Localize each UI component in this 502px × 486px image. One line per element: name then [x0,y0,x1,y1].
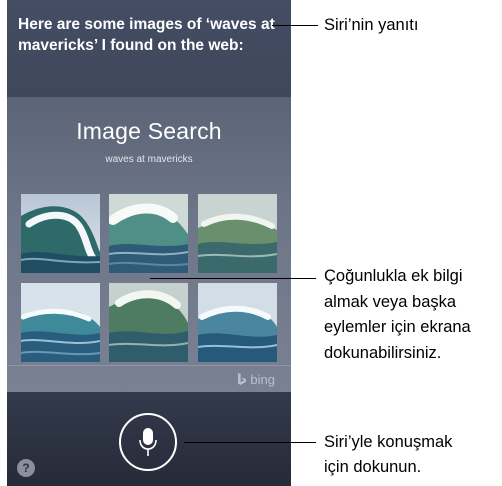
callout-tap-screen-line-3: eylemler için ekrana [324,318,471,336]
image-search-card[interactable]: Image Search waves at mavericks bing [7,97,291,392]
callout-tap-screen-line-2: almak veya başka [324,293,457,311]
image-thumbnail-3[interactable] [198,194,277,273]
callout-response: Siri’nin yanıtı [324,16,419,34]
bing-label: bing [250,372,275,387]
microphone-icon [139,428,157,456]
bing-logo[interactable]: bing [237,372,275,387]
microphone-button[interactable] [119,413,177,471]
callout-tap-screen-line-4: dokunabilirsiniz. [324,344,442,362]
image-thumbnail-1[interactable] [21,194,100,273]
wave-photo-icon [198,283,277,362]
search-query: waves at mavericks [105,154,193,165]
image-thumbnail-6[interactable] [198,283,277,362]
image-thumbnail-2[interactable] [109,194,188,273]
card-title: Image Search [76,118,222,144]
wave-photo-icon [21,283,100,362]
callout-line-tap-to-speak [184,442,316,443]
illustration: Here are some images of ‘waves at maveri… [0,0,502,486]
image-thumbnail-4[interactable] [21,283,100,362]
callout-line-tap-screen [150,278,316,279]
card-footer: bing [7,365,291,393]
siri-response-text: Here are some images of ‘waves at maveri… [18,16,275,54]
wave-photo-icon [198,194,277,273]
callout-tap-to-speak-line-2: için dokunun. [324,458,422,476]
siri-control-bar: ? [7,392,291,486]
bing-icon [238,373,247,385]
callout-tap-screen-line-1: Çoğunlukla ek bilgi [324,267,463,285]
wave-photo-icon [109,283,188,362]
callout-line-response [272,25,318,26]
image-thumbnail-5[interactable] [109,283,188,362]
wave-photo-icon [21,194,100,273]
callout-tap-to-speak-line-1: Siri’yle konuşmak [324,433,453,451]
help-button[interactable]: ? [17,459,35,477]
wave-photo-icon [109,194,188,273]
siri-screen[interactable]: Here are some images of ‘waves at maveri… [7,0,291,486]
